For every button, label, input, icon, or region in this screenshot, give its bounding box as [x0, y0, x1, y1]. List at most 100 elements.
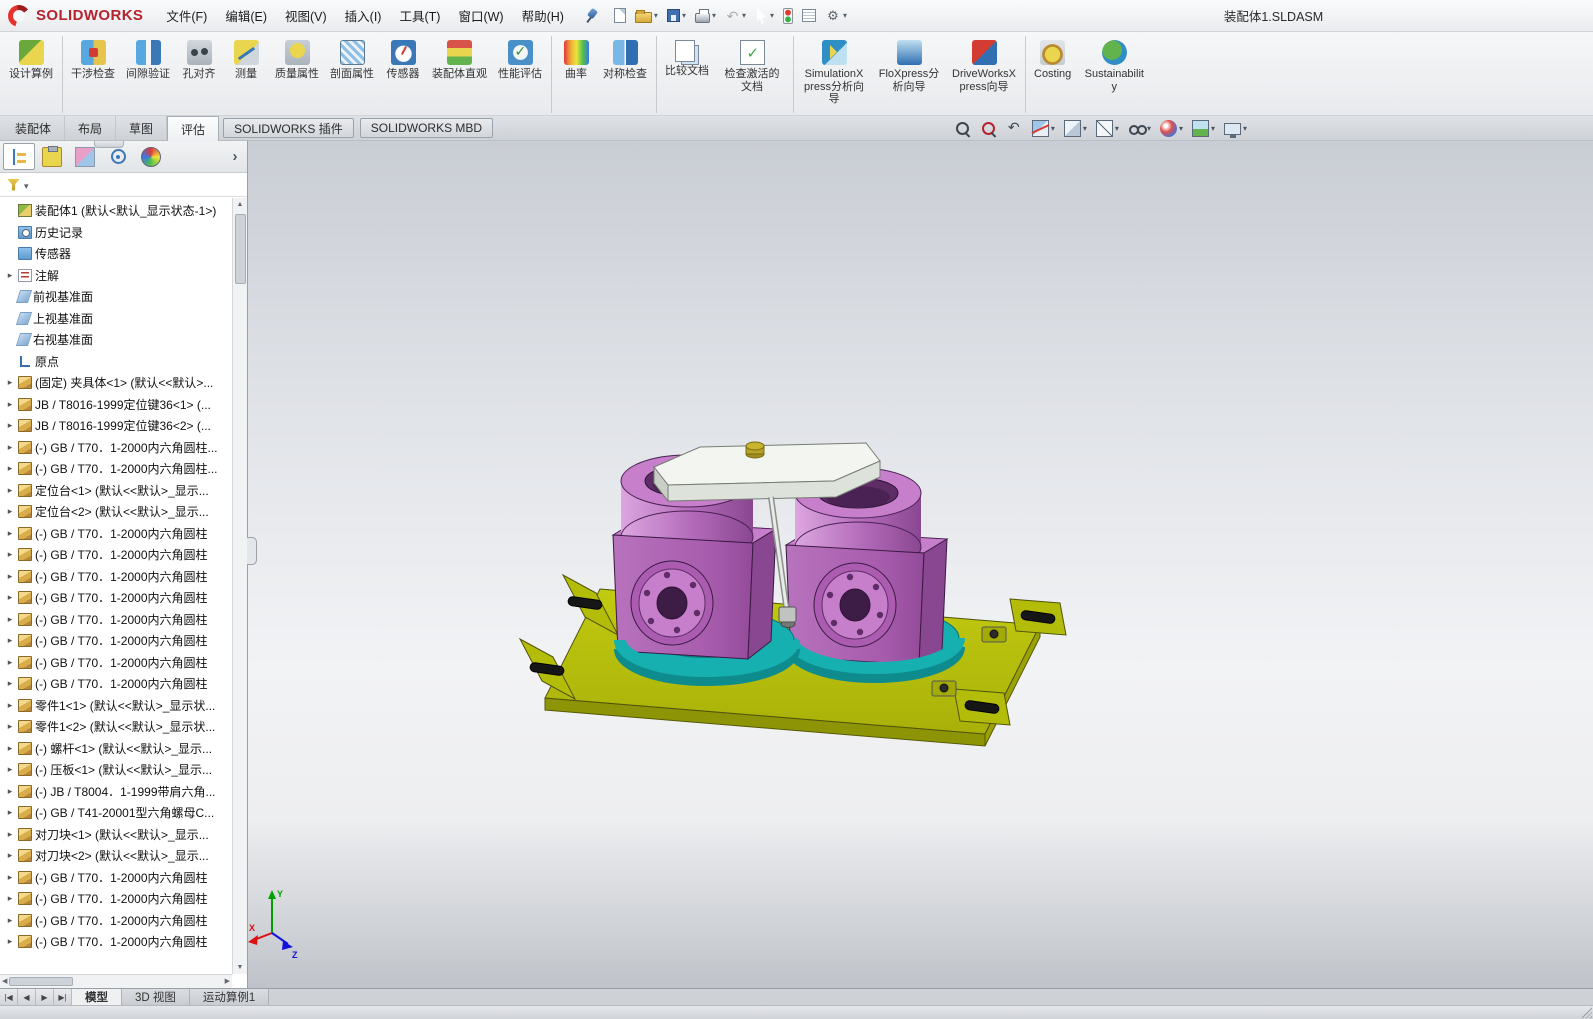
filter-caret-icon[interactable]: [24, 178, 29, 192]
undo[interactable]: [722, 6, 749, 26]
tree-item[interactable]: 装配体1 (默认<默认_显示状态-1>): [0, 200, 232, 222]
command-tab[interactable]: SOLIDWORKS 插件: [223, 118, 354, 138]
tree-item[interactable]: (-) GB / T70．1-2000内六角圆柱: [0, 910, 232, 932]
tree-item[interactable]: (-) 螺杆<1> (默认<<默认>_显示...: [0, 738, 232, 760]
tree-item[interactable]: (-) GB / T70．1-2000内六角圆柱: [0, 867, 232, 889]
expand-arrow-icon[interactable]: [5, 807, 15, 818]
sensor[interactable]: 传感器: [380, 36, 426, 113]
expand-arrow-icon[interactable]: [5, 291, 15, 302]
expand-arrow-icon[interactable]: [5, 678, 15, 689]
expand-arrow-icon[interactable]: [5, 657, 15, 668]
mass-properties[interactable]: 质量属性: [270, 36, 324, 113]
open-document[interactable]: [632, 7, 661, 25]
tree-item[interactable]: (-) GB / T70．1-2000内六角圆柱...: [0, 458, 232, 480]
hole-alignment[interactable]: 孔对齐: [176, 36, 222, 113]
panel-expand-button[interactable]: [226, 145, 244, 169]
tree-horizontal-scrollbar[interactable]: [0, 974, 232, 988]
design-study[interactable]: 设计算例: [4, 36, 58, 113]
horizontal-scrollbar-thumb[interactable]: [9, 977, 74, 986]
featuremanager-tree[interactable]: [3, 143, 35, 170]
menu-item[interactable]: 视图(V): [276, 1, 336, 30]
edit-appearance[interactable]: [1159, 119, 1184, 138]
print[interactable]: [692, 7, 719, 25]
pin-menu-icon[interactable]: [585, 8, 599, 24]
expand-arrow-icon[interactable]: [5, 721, 15, 732]
save[interactable]: [664, 7, 689, 24]
expand-arrow-icon[interactable]: [5, 227, 15, 238]
clearance[interactable]: 间隙验证: [121, 36, 175, 113]
expand-arrow-icon[interactable]: [5, 248, 15, 259]
assembly-visualization[interactable]: 装配体直观: [427, 36, 492, 113]
symmetry-check[interactable]: 对称检查: [598, 36, 652, 113]
driveworksxpress[interactable]: DriveWorksXpress向导: [947, 36, 1021, 113]
doc-tab-nav-button[interactable]: ▶|: [54, 989, 72, 1005]
expand-arrow-icon[interactable]: [5, 743, 15, 754]
new-document[interactable]: [611, 6, 629, 25]
apply-scene[interactable]: [1191, 119, 1216, 138]
menu-item[interactable]: 编辑(E): [216, 1, 276, 30]
panel-collapse-handle[interactable]: [247, 537, 257, 565]
doc-tab-nav-button[interactable]: |◀: [0, 989, 18, 1005]
clamp-bar[interactable]: [653, 441, 881, 503]
propertymanager[interactable]: [36, 143, 68, 170]
tree-vertical-scrollbar[interactable]: [232, 198, 247, 974]
scroll-up-icon[interactable]: [237, 198, 244, 211]
filter-funnel-icon[interactable]: [7, 178, 20, 191]
tree-item[interactable]: (-) GB / T70．1-2000内六角圆柱...: [0, 437, 232, 459]
command-tab[interactable]: SOLIDWORKS MBD: [359, 118, 494, 138]
panel-splitter-handle[interactable]: [94, 141, 124, 148]
menu-item[interactable]: 窗口(W): [449, 1, 512, 30]
expand-arrow-icon[interactable]: [5, 463, 15, 474]
expand-arrow-icon[interactable]: [5, 399, 15, 410]
expand-arrow-icon[interactable]: [5, 700, 15, 711]
tree-item[interactable]: 传感器: [0, 243, 232, 265]
tree-item[interactable]: (-) GB / T70．1-2000内六角圆柱: [0, 652, 232, 674]
menu-item[interactable]: 插入(I): [336, 1, 391, 30]
displaymanager[interactable]: [135, 143, 167, 170]
scroll-left-icon[interactable]: [2, 975, 7, 988]
tree-item[interactable]: (-) GB / T70．1-2000内六角圆柱: [0, 630, 232, 652]
tree-item[interactable]: (-) JB / T8004．1-1999带肩六角...: [0, 781, 232, 803]
command-tab[interactable]: 布局: [65, 116, 117, 140]
expand-arrow-icon[interactable]: [5, 485, 15, 496]
expand-arrow-icon[interactable]: [5, 786, 15, 797]
compare-docs[interactable]: 比较文档: [656, 36, 714, 113]
tree-item[interactable]: (-) GB / T70．1-2000内六角圆柱: [0, 587, 232, 609]
tree-item[interactable]: (-) 压板<1> (默认<<默认>_显示...: [0, 759, 232, 781]
expand-arrow-icon[interactable]: [5, 850, 15, 861]
selection-filter[interactable]: [780, 6, 796, 26]
tree-item[interactable]: 零件1<1> (默认<<默认>_显示状...: [0, 695, 232, 717]
expand-arrow-icon[interactable]: [5, 592, 15, 603]
doc-tab-nav-button[interactable]: ◀: [18, 989, 36, 1005]
expand-arrow-icon[interactable]: [5, 442, 15, 453]
tree-item[interactable]: JB / T8016-1999定位键36<2> (...: [0, 415, 232, 437]
scroll-down-icon[interactable]: [237, 961, 244, 974]
tree-item[interactable]: 历史记录: [0, 222, 232, 244]
expand-arrow-icon[interactable]: [5, 270, 15, 281]
expand-arrow-icon[interactable]: [5, 872, 15, 883]
expand-arrow-icon[interactable]: [5, 635, 15, 646]
section-properties[interactable]: 剖面属性: [325, 36, 379, 113]
section-view[interactable]: [1031, 119, 1056, 138]
tree-item[interactable]: 右视基准面: [0, 329, 232, 351]
costing[interactable]: Costing: [1025, 36, 1076, 113]
expand-arrow-icon[interactable]: [5, 506, 15, 517]
tree-item[interactable]: (-) GB / T70．1-2000内六角圆柱: [0, 673, 232, 695]
tree-item[interactable]: 注解: [0, 265, 232, 287]
tree-item[interactable]: 定位台<1> (默认<<默认>_显示...: [0, 480, 232, 502]
expand-arrow-icon[interactable]: [5, 334, 15, 345]
view-settings[interactable]: [1223, 121, 1248, 138]
expand-arrow-icon[interactable]: [5, 377, 15, 388]
floxpress[interactable]: FloXpress分析向导: [872, 36, 946, 113]
expand-arrow-icon[interactable]: [5, 549, 15, 560]
measure[interactable]: 测量: [223, 36, 269, 113]
tree-item[interactable]: 对刀块<2> (默认<<默认>_显示...: [0, 845, 232, 867]
expand-arrow-icon[interactable]: [5, 829, 15, 840]
check-active-doc[interactable]: 检查激活的文档: [715, 36, 789, 113]
tree-item[interactable]: (-) GB / T70．1-2000内六角圆柱: [0, 523, 232, 545]
document-tab[interactable]: 模型: [72, 989, 122, 1005]
tree-item[interactable]: (-) GB / T70．1-2000内六角圆柱: [0, 931, 232, 953]
tree-item[interactable]: (-) GB / T70．1-2000内六角圆柱: [0, 609, 232, 631]
3d-scene[interactable]: Y X Z: [248, 141, 1593, 988]
hide-show-items[interactable]: [1127, 119, 1152, 138]
